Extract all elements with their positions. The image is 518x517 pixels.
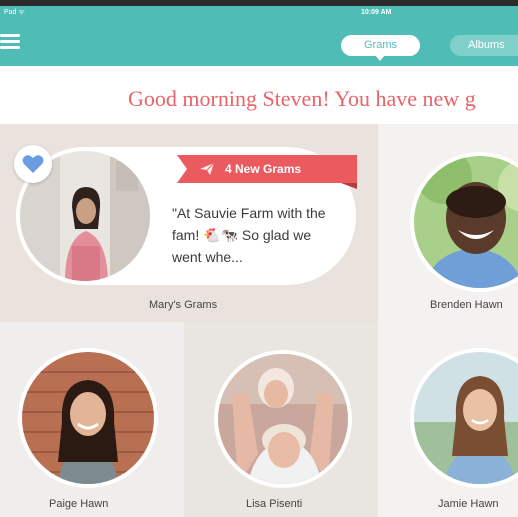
- paige-avatar[interactable]: [18, 348, 158, 488]
- brenden-avatar[interactable]: [410, 152, 518, 292]
- contact-name-brenden: Brenden Hawn: [430, 299, 503, 311]
- contact-name-lisa: Lisa Pisenti: [246, 498, 303, 510]
- tab-albums[interactable]: Albums: [450, 35, 518, 56]
- contact-card-paige[interactable]: Paige Hawn: [0, 322, 184, 517]
- contact-name-paige: Paige Hawn: [49, 498, 109, 510]
- lisa-avatar[interactable]: [214, 350, 352, 488]
- app-header: Pad ᯤ 10:09 AM Grams Albums: [0, 6, 518, 66]
- greeting-bar: Good morning Steven! You have new g: [0, 66, 518, 124]
- new-grams-label: 4 New Grams: [225, 162, 302, 176]
- heart-icon[interactable]: [14, 145, 52, 183]
- jamie-avatar[interactable]: [410, 348, 518, 488]
- paper-plane-icon: [200, 162, 215, 175]
- new-grams-badge: 4 New Grams: [177, 155, 357, 183]
- featured-grams-card[interactable]: 4 New Grams "At Sauvie Farm with the fam…: [0, 124, 378, 322]
- contact-card-lisa[interactable]: Lisa Pisenti: [184, 322, 378, 517]
- contact-name-mary: Mary's Grams: [149, 299, 218, 311]
- greeting-text: Good morning Steven! You have new g: [128, 86, 476, 111]
- hamburger-menu-icon[interactable]: [0, 34, 22, 49]
- ribbon-fold: [341, 183, 357, 189]
- tab-grams[interactable]: Grams: [341, 35, 420, 61]
- status-time: 10:09 AM: [361, 9, 392, 16]
- status-device-label: Pad ᯤ: [4, 9, 25, 16]
- contact-card-jamie[interactable]: Jamie Hawn: [378, 322, 518, 517]
- gram-snippet: "At Sauvie Farm with the fam! 🐔🐄 So glad…: [172, 205, 326, 265]
- contact-name-jamie: Jamie Hawn: [438, 498, 499, 510]
- contact-card-brenden[interactable]: Brenden Hawn: [378, 124, 518, 322]
